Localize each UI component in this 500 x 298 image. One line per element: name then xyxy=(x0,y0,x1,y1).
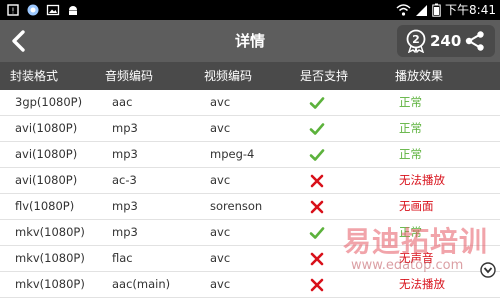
cell-effect: 正常 xyxy=(399,121,422,135)
cell-container: mkv(1080P) xyxy=(15,277,85,291)
cell-audio: mp3 xyxy=(112,147,138,161)
cell-container: avi(1080P) xyxy=(15,147,78,161)
column-header-effect: 播放效果 xyxy=(395,69,444,83)
image-icon xyxy=(46,4,60,16)
cell-container: mkv(1080P) xyxy=(15,251,85,265)
table-header: 封装格式 音频编码 视频编码 是否支持 播放效果 xyxy=(0,62,500,90)
column-header-audio: 音频编码 xyxy=(105,69,154,83)
unsupported-cross-icon xyxy=(310,174,324,188)
rank-badge-icon[interactable]: 2 xyxy=(404,29,428,53)
cell-effect: 无法播放 xyxy=(399,173,445,187)
status-bar-right: 下午8:41 xyxy=(396,2,496,18)
cell-effect: 正常 xyxy=(399,225,422,239)
cell-video: sorenson xyxy=(210,199,263,213)
column-header-video: 视频编码 xyxy=(204,69,253,83)
share-icon[interactable] xyxy=(464,30,486,52)
cell-video: avc xyxy=(210,225,231,239)
cell-audio: mp3 xyxy=(112,225,138,239)
cell-container: mkv(1080P) xyxy=(15,225,85,239)
cell-container: avi(1080P) xyxy=(15,173,78,187)
unsupported-cross-icon xyxy=(310,278,324,292)
svg-text:2: 2 xyxy=(412,33,420,46)
clock: 下午8:41 xyxy=(445,3,496,17)
cell-video: avc xyxy=(210,251,231,265)
wifi-icon xyxy=(396,4,411,16)
cell-container: 3gp(1080P) xyxy=(15,95,83,109)
table-row: mkv(1080P) mp3 avc 正常 xyxy=(0,220,500,246)
svg-text:!: ! xyxy=(11,7,14,16)
column-header-supported: 是否支持 xyxy=(300,69,349,83)
table-row: avi(1080P) mp3 mpeg-4 正常 xyxy=(0,142,500,168)
cell-video: avc xyxy=(210,121,231,135)
android-icon xyxy=(69,6,77,15)
cell-audio: aac xyxy=(112,95,133,109)
table-row: mkv(1080P) aac(main) avc 无法播放 xyxy=(0,272,500,298)
table-row: flv(1080P) mp3 sorenson 无画面 xyxy=(0,194,500,220)
cell-audio: ac-3 xyxy=(112,173,137,187)
cell-video: avc xyxy=(210,95,231,109)
cell-audio: mp3 xyxy=(112,199,138,213)
cell-video: mpeg-4 xyxy=(210,147,255,161)
cell-container: flv(1080P) xyxy=(15,199,75,213)
cell-video: avc xyxy=(210,277,231,291)
cell-audio: mp3 xyxy=(112,121,138,135)
table-row: mkv(1080P) flac avc 无声音 xyxy=(0,246,500,272)
table-body: 3gp(1080P) aac avc 正常 avi(1080P) mp3 avc 正常 avi(… xyxy=(0,90,500,298)
unsupported-cross-icon xyxy=(310,200,324,214)
cell-audio: flac xyxy=(112,251,133,265)
table-row: avi(1080P) mp3 avc 正常 xyxy=(0,116,500,142)
status-bar-left: ! xyxy=(6,3,80,17)
cell-container: avi(1080P) xyxy=(15,121,78,135)
supported-check-icon xyxy=(309,97,325,109)
battery-icon xyxy=(432,3,441,17)
status-bar: ! 下午8:41 xyxy=(0,0,500,20)
notification-icon: ! xyxy=(7,4,19,16)
cell-effect: 无声音 xyxy=(399,251,434,265)
cell-video: avc xyxy=(210,173,231,187)
scroll-down-icon[interactable] xyxy=(480,262,496,278)
cell-effect: 无法播放 xyxy=(399,277,445,291)
cell-effect: 无画面 xyxy=(399,199,434,213)
supported-check-icon xyxy=(309,227,325,239)
browser-icon xyxy=(27,4,39,16)
title-bar: 详情 2 240 xyxy=(0,20,500,62)
unsupported-cross-icon xyxy=(310,252,324,266)
supported-check-icon xyxy=(309,149,325,161)
table-row: avi(1080P) ac-3 avc 无法播放 xyxy=(0,168,500,194)
like-count: 240 xyxy=(430,32,462,50)
supported-check-icon xyxy=(309,123,325,135)
cell-effect: 正常 xyxy=(399,147,422,161)
table-row: 3gp(1080P) aac avc 正常 xyxy=(0,90,500,116)
column-header-container: 封装格式 xyxy=(10,69,59,83)
signal-icon xyxy=(416,5,428,16)
cell-effect: 正常 xyxy=(399,95,422,109)
cell-audio: aac(main) xyxy=(112,277,171,291)
